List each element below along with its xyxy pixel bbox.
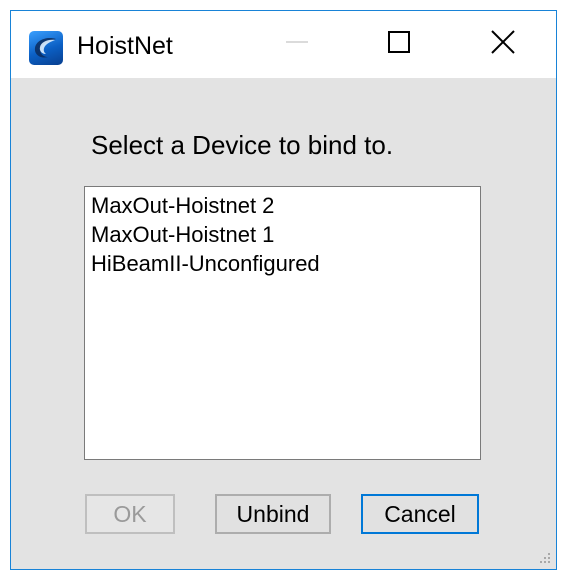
- cancel-button[interactable]: Cancel: [361, 494, 479, 534]
- maximize-icon: [387, 30, 411, 59]
- maximize-button[interactable]: [354, 11, 444, 78]
- ok-button[interactable]: OK: [85, 494, 175, 534]
- device-list-item[interactable]: HiBeamII-Unconfigured: [91, 249, 474, 278]
- hoistnet-logo-icon: [29, 31, 63, 65]
- window-title: HoistNet: [77, 32, 173, 60]
- device-listbox[interactable]: MaxOut-Hoistnet 2 MaxOut-Hoistnet 1 HiBe…: [84, 186, 481, 460]
- unbind-button[interactable]: Unbind: [215, 494, 331, 534]
- dialog-client-area: Select a Device to bind to. MaxOut-Hoist…: [11, 78, 556, 569]
- device-list-item[interactable]: MaxOut-Hoistnet 2: [91, 191, 474, 220]
- close-icon: [490, 29, 516, 60]
- minimize-button[interactable]: [252, 11, 342, 78]
- device-list-item[interactable]: MaxOut-Hoistnet 1: [91, 220, 474, 249]
- close-button[interactable]: [458, 11, 548, 78]
- title-bar[interactable]: HoistNet: [11, 11, 556, 78]
- hoistnet-window: HoistNet Select a Device to bind to. Max…: [10, 10, 557, 570]
- resize-grip-icon[interactable]: [536, 549, 552, 565]
- select-device-prompt: Select a Device to bind to.: [91, 130, 394, 160]
- minimize-icon: [285, 30, 309, 59]
